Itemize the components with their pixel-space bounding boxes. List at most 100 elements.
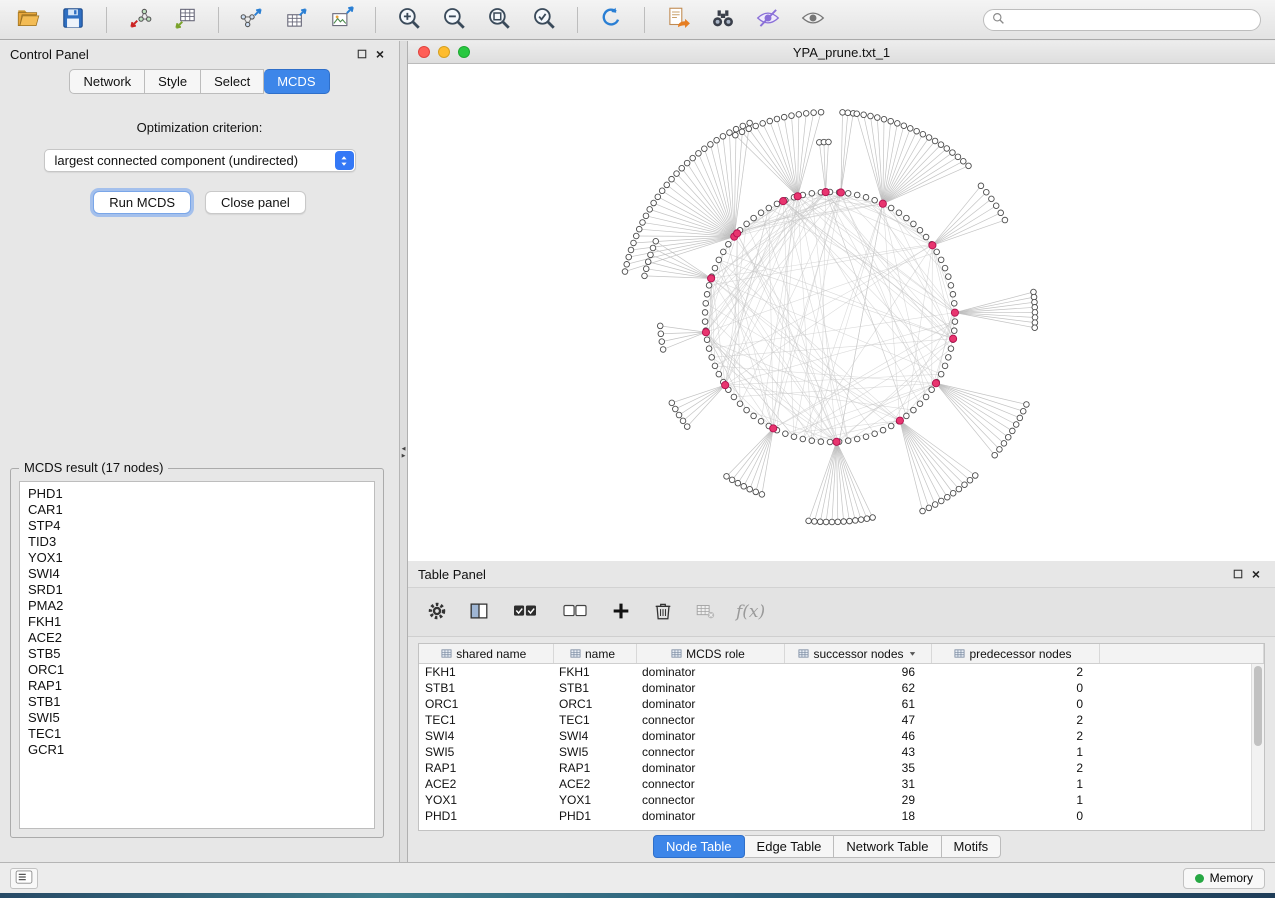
- table-cell[interactable]: dominator: [636, 728, 784, 744]
- hide-annotations-button[interactable]: [750, 4, 786, 36]
- mcds-result-item[interactable]: SWI5: [20, 710, 374, 726]
- mcds-result-item[interactable]: ACE2: [20, 630, 374, 646]
- tab-edge-table[interactable]: Edge Table: [745, 835, 835, 858]
- table-cell[interactable]: 1: [931, 792, 1099, 808]
- import-network-button[interactable]: [122, 4, 158, 36]
- table-cell[interactable]: SWI5: [553, 744, 636, 760]
- delete-table-button[interactable]: [694, 600, 716, 625]
- table-cell[interactable]: 2: [931, 760, 1099, 776]
- open-file-button[interactable]: [10, 4, 46, 36]
- table-row[interactable]: PHD1PHD1dominator180: [419, 808, 1264, 824]
- table-cell[interactable]: YOX1: [419, 792, 553, 808]
- table-cell[interactable]: 29: [784, 792, 931, 808]
- close-table-panel-icon[interactable]: ×: [1247, 565, 1265, 583]
- criterion-select[interactable]: largest connected component (undirected): [44, 149, 356, 172]
- table-row[interactable]: STB1STB1dominator620: [419, 680, 1264, 696]
- table-row[interactable]: TEC1TEC1connector472: [419, 712, 1264, 728]
- table-cell[interactable]: STB1: [419, 680, 553, 696]
- tab-motifs[interactable]: Motifs: [942, 835, 1002, 858]
- table-cell[interactable]: 18: [784, 808, 931, 824]
- search-input[interactable]: [1011, 12, 1252, 28]
- share-document-button[interactable]: [660, 4, 696, 36]
- float-table-panel-icon[interactable]: [1229, 565, 1247, 583]
- mcds-result-item[interactable]: SRD1: [20, 582, 374, 598]
- deselect-all-columns-button[interactable]: [560, 600, 590, 625]
- select-all-columns-button[interactable]: [510, 600, 540, 625]
- mcds-result-item[interactable]: ORC1: [20, 662, 374, 678]
- column-header-predecessor-nodes[interactable]: predecessor nodes: [931, 644, 1099, 664]
- table-cell[interactable]: dominator: [636, 808, 784, 824]
- import-table-button[interactable]: [167, 4, 203, 36]
- table-row[interactable]: RAP1RAP1dominator352: [419, 760, 1264, 776]
- function-builder-button[interactable]: f(x): [736, 602, 765, 622]
- zoom-out-button[interactable]: [436, 4, 472, 36]
- table-cell[interactable]: FKH1: [553, 664, 636, 681]
- show-column-button[interactable]: [468, 600, 490, 625]
- mcds-result-item[interactable]: CAR1: [20, 502, 374, 518]
- table-cell[interactable]: ACE2: [419, 776, 553, 792]
- mcds-result-item[interactable]: YOX1: [20, 550, 374, 566]
- table-cell[interactable]: RAP1: [419, 760, 553, 776]
- refresh-button[interactable]: [593, 4, 629, 36]
- mcds-result-item[interactable]: RAP1: [20, 678, 374, 694]
- table-row[interactable]: YOX1YOX1connector291: [419, 792, 1264, 808]
- mcds-result-item[interactable]: STP4: [20, 518, 374, 534]
- mcds-result-item[interactable]: FKH1: [20, 614, 374, 630]
- show-annotations-button[interactable]: [795, 4, 831, 36]
- column-header-name[interactable]: name: [553, 644, 636, 664]
- tab-network[interactable]: Network: [69, 69, 145, 94]
- tab-select[interactable]: Select: [201, 69, 264, 94]
- mcds-result-item[interactable]: GCR1: [20, 742, 374, 758]
- table-cell[interactable]: 31: [784, 776, 931, 792]
- table-cell[interactable]: PHD1: [553, 808, 636, 824]
- table-cell[interactable]: TEC1: [553, 712, 636, 728]
- export-table-button[interactable]: [279, 4, 315, 36]
- table-cell[interactable]: STB1: [553, 680, 636, 696]
- tab-network-table[interactable]: Network Table: [834, 835, 941, 858]
- table-cell[interactable]: dominator: [636, 760, 784, 776]
- table-cell[interactable]: 2: [931, 728, 1099, 744]
- mcds-result-item[interactable]: SWI4: [20, 566, 374, 582]
- table-cell[interactable]: dominator: [636, 680, 784, 696]
- table-cell[interactable]: SWI4: [419, 728, 553, 744]
- mcds-result-item[interactable]: TEC1: [20, 726, 374, 742]
- table-cell[interactable]: connector: [636, 776, 784, 792]
- find-button[interactable]: [705, 4, 741, 36]
- mcds-result-item[interactable]: TID3: [20, 534, 374, 550]
- table-cell[interactable]: 47: [784, 712, 931, 728]
- save-session-button[interactable]: [55, 4, 91, 36]
- column-header-mcds-role[interactable]: MCDS role: [636, 644, 784, 664]
- table-cell[interactable]: connector: [636, 792, 784, 808]
- table-cell[interactable]: RAP1: [553, 760, 636, 776]
- minimize-window-icon[interactable]: [438, 46, 450, 58]
- zoom-window-icon[interactable]: [458, 46, 470, 58]
- table-cell[interactable]: YOX1: [553, 792, 636, 808]
- delete-row-button[interactable]: [652, 600, 674, 625]
- table-cell[interactable]: ORC1: [553, 696, 636, 712]
- table-cell[interactable]: 0: [931, 808, 1099, 824]
- close-panel-icon[interactable]: ×: [371, 45, 389, 63]
- export-image-button[interactable]: [324, 4, 360, 36]
- mcds-result-item[interactable]: PMA2: [20, 598, 374, 614]
- table-row[interactable]: ORC1ORC1dominator610: [419, 696, 1264, 712]
- splitter-arrows-icon[interactable]: ◀▶: [400, 446, 407, 460]
- export-network-button[interactable]: [234, 4, 270, 36]
- column-header-successor-nodes[interactable]: successor nodes: [784, 644, 931, 664]
- add-row-button[interactable]: [610, 600, 632, 625]
- table-row[interactable]: SWI5SWI5connector431: [419, 744, 1264, 760]
- table-cell[interactable]: 1: [931, 744, 1099, 760]
- table-cell[interactable]: 0: [931, 696, 1099, 712]
- table-cell[interactable]: 46: [784, 728, 931, 744]
- table-cell[interactable]: ACE2: [553, 776, 636, 792]
- mcds-result-list[interactable]: PHD1CAR1STP4TID3YOX1SWI4SRD1PMA2FKH1ACE2…: [19, 481, 375, 829]
- memory-button[interactable]: Memory: [1183, 868, 1265, 889]
- status-menu-button[interactable]: [10, 868, 38, 889]
- table-cell[interactable]: SWI5: [419, 744, 553, 760]
- table-cell[interactable]: 0: [931, 680, 1099, 696]
- table-cell[interactable]: 35: [784, 760, 931, 776]
- table-row[interactable]: FKH1FKH1dominator962: [419, 664, 1264, 681]
- zoom-selected-button[interactable]: [526, 4, 562, 36]
- table-row[interactable]: SWI4SWI4dominator462: [419, 728, 1264, 744]
- table-settings-button[interactable]: [426, 600, 448, 625]
- table-cell[interactable]: dominator: [636, 664, 784, 681]
